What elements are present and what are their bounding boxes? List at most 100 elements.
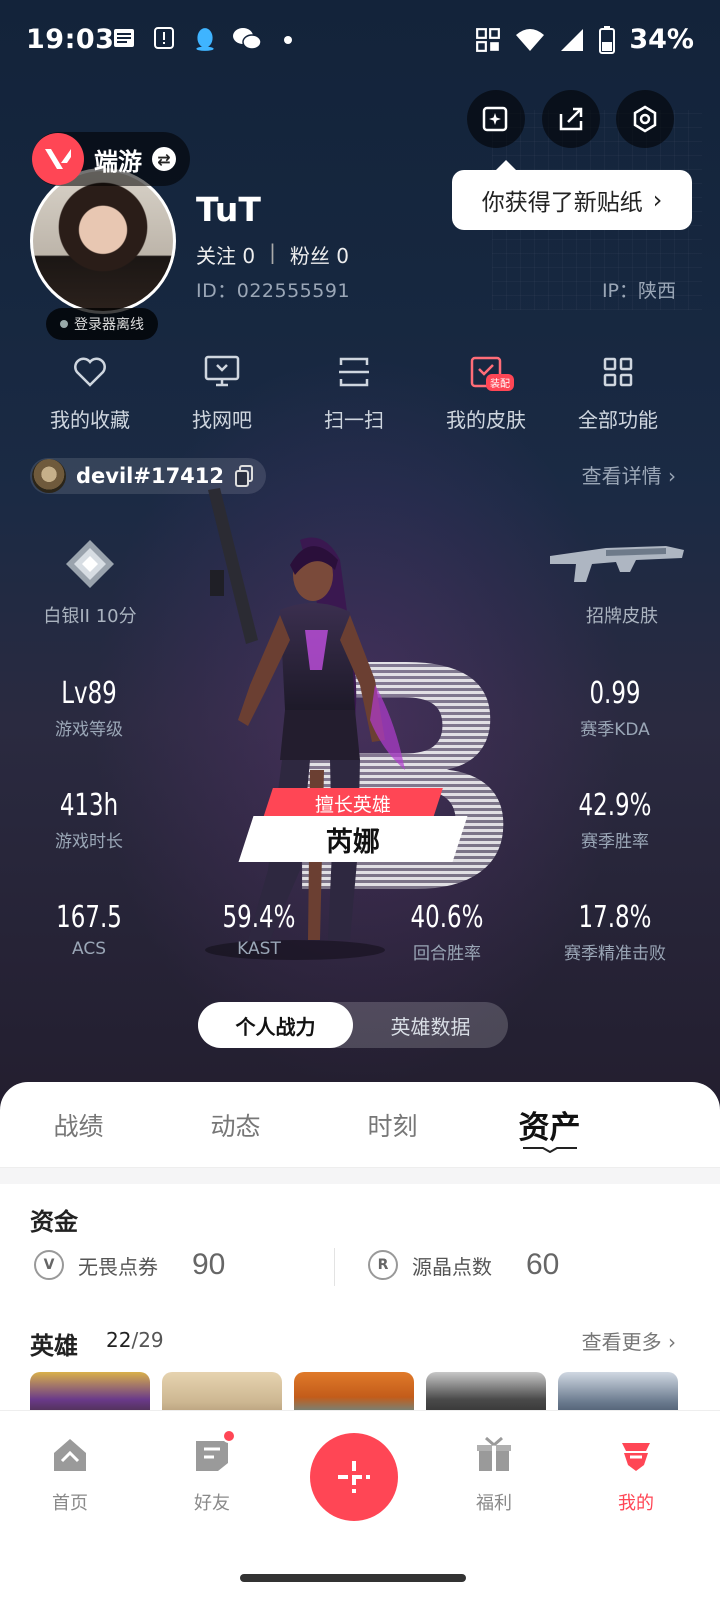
account-avatar [32, 459, 66, 493]
offline-text: 登录器离线 [74, 317, 144, 333]
sticker-button[interactable] [467, 90, 525, 148]
quick-scan[interactable]: 扫一扫 [288, 352, 420, 433]
status-right: 34% [475, 24, 694, 55]
segment-personal-power[interactable]: 个人战力 [198, 1002, 353, 1048]
gift-icon [477, 1436, 511, 1471]
stat-label: 赛季KDA [580, 720, 650, 740]
heroes-owned: 22 [106, 1328, 132, 1352]
fund-value: 60 [526, 1248, 560, 1281]
fund-name: 无畏点券 [78, 1254, 158, 1279]
nfc-icon [476, 27, 501, 52]
follow-separator: | [269, 240, 276, 264]
chevron-right-icon: › [652, 186, 663, 214]
quick-internet-cafe[interactable]: 找网吧 [156, 352, 288, 433]
plus-icon [338, 1461, 370, 1493]
content-tabs: 战绩 动态 时刻 资产 [0, 1082, 720, 1168]
tab-label: 动态 [210, 1111, 261, 1141]
best-hero-name-text: 芮娜 [326, 826, 380, 858]
user-id: ID：022555591 [196, 280, 351, 302]
fund-valorant-points: V 无畏点券 90 [34, 1248, 225, 1282]
create-post-button[interactable] [310, 1433, 398, 1521]
nav-me[interactable]: 我的 [586, 1435, 686, 1515]
fans-count: 0 [336, 244, 349, 268]
sticker-icon [482, 106, 508, 132]
monitor-icon [204, 355, 240, 387]
tab-record[interactable]: 战绩 [0, 1082, 157, 1167]
following[interactable]: 关注 0 [196, 240, 255, 269]
tab-moments[interactable]: 时刻 [314, 1082, 471, 1167]
heroes-title: 英雄 [30, 1332, 78, 1360]
tab-assets[interactable]: 资产 [471, 1082, 628, 1167]
funds-title: 资金 [30, 1208, 78, 1236]
stat-value: 413h [59, 788, 119, 823]
radianite-icon: R [368, 1250, 398, 1280]
bottom-navigation: 首页 好友 福利 我的 [0, 1410, 720, 1600]
settings-button[interactable] [616, 90, 674, 148]
stat-winrate: 42.9% 赛季胜率 [540, 788, 690, 852]
tab-activity[interactable]: 动态 [157, 1082, 314, 1167]
home-indicator [240, 1574, 466, 1582]
quick-label: 找网吧 [192, 408, 252, 432]
home-icon [54, 1439, 86, 1471]
best-hero-tag: 擅长英雄 [263, 788, 443, 818]
fund-radianite-points: R 源晶点数 60 [368, 1248, 559, 1282]
fans[interactable]: 粉丝 0 [290, 240, 349, 269]
nav-home[interactable]: 首页 [20, 1435, 120, 1515]
nav-welfare[interactable]: 福利 [444, 1435, 544, 1515]
view-more-link[interactable]: 查看更多 › [582, 1326, 676, 1355]
view-details-label: 查看详情 [581, 464, 662, 488]
grid-icon [603, 357, 633, 387]
featured-skin-label: 招牌皮肤 [586, 606, 658, 627]
game-switch[interactable]: 端游 ⇄ [32, 132, 190, 186]
quick-functions: 我的收藏 找网吧 扫一扫 装配 我的皮肤 全部功能 [0, 352, 720, 433]
game-name: 端游 [94, 147, 142, 176]
wechat-icon [233, 28, 262, 50]
quick-favorites[interactable]: 我的收藏 [24, 352, 156, 433]
tab-indicator [522, 1147, 577, 1153]
stat-value: 40.6% [410, 900, 484, 935]
stat-label: 回合胜率 [413, 944, 481, 964]
tab-label: 时刻 [367, 1111, 418, 1141]
fans-label: 粉丝 [289, 244, 330, 268]
quick-label: 全部功能 [578, 408, 658, 432]
friends-icon-wrap [192, 1429, 236, 1475]
quick-all-functions[interactable]: 全部功能 [552, 352, 684, 433]
tooltip-text: 你获得了新贴纸 [481, 190, 643, 216]
news-icon [114, 29, 134, 47]
nav-label: 福利 [476, 1493, 512, 1514]
avatar-image [33, 171, 173, 311]
status-time: 19:03 [26, 24, 115, 55]
fund-name: 源晶点数 [412, 1254, 492, 1279]
stat-precise-kill: 17.8% 赛季精准击败 [540, 900, 690, 964]
alert-icon [154, 27, 174, 49]
nav-label: 首页 [52, 1493, 88, 1514]
quick-label: 我的收藏 [50, 408, 130, 432]
stat-label: 赛季精准击败 [564, 944, 666, 964]
heroes-count: 22/29 [106, 1328, 164, 1352]
best-hero-name[interactable]: 芮娜 [238, 816, 468, 862]
stat-level: Lv89 游戏等级 [14, 676, 164, 740]
status-bar: 19:03 34% [0, 0, 720, 82]
stat-hours: 413h 游戏时长 [14, 788, 164, 852]
stat-label: 游戏等级 [55, 720, 123, 740]
fund-divider [334, 1248, 335, 1286]
stat-label: 游戏时长 [55, 832, 123, 852]
segment-hero-data[interactable]: 英雄数据 [353, 1002, 508, 1048]
new-sticker-tooltip[interactable]: 你获得了新贴纸 › [452, 160, 692, 230]
nav-label: 我的 [618, 1493, 654, 1514]
avatar[interactable] [30, 168, 176, 314]
silver-rank-icon [66, 540, 114, 588]
share-button[interactable] [542, 90, 600, 148]
quick-label: 扫一扫 [324, 408, 384, 432]
stat-value: 0.99 [589, 676, 641, 711]
nav-label: 好友 [194, 1493, 230, 1514]
tab-label: 资产 [518, 1110, 581, 1146]
quick-my-skins[interactable]: 装配 我的皮肤 [420, 352, 552, 433]
following-label: 关注 [196, 244, 236, 268]
follow-row: 关注 0 | 粉丝 0 [196, 240, 349, 269]
quick-label: 我的皮肤 [446, 408, 526, 432]
nav-friends[interactable]: 好友 [162, 1429, 262, 1515]
view-details-link[interactable]: 查看详情 › [582, 460, 676, 489]
stat-value: 42.9% [578, 788, 652, 823]
view-more-label: 查看更多 [581, 1330, 662, 1354]
